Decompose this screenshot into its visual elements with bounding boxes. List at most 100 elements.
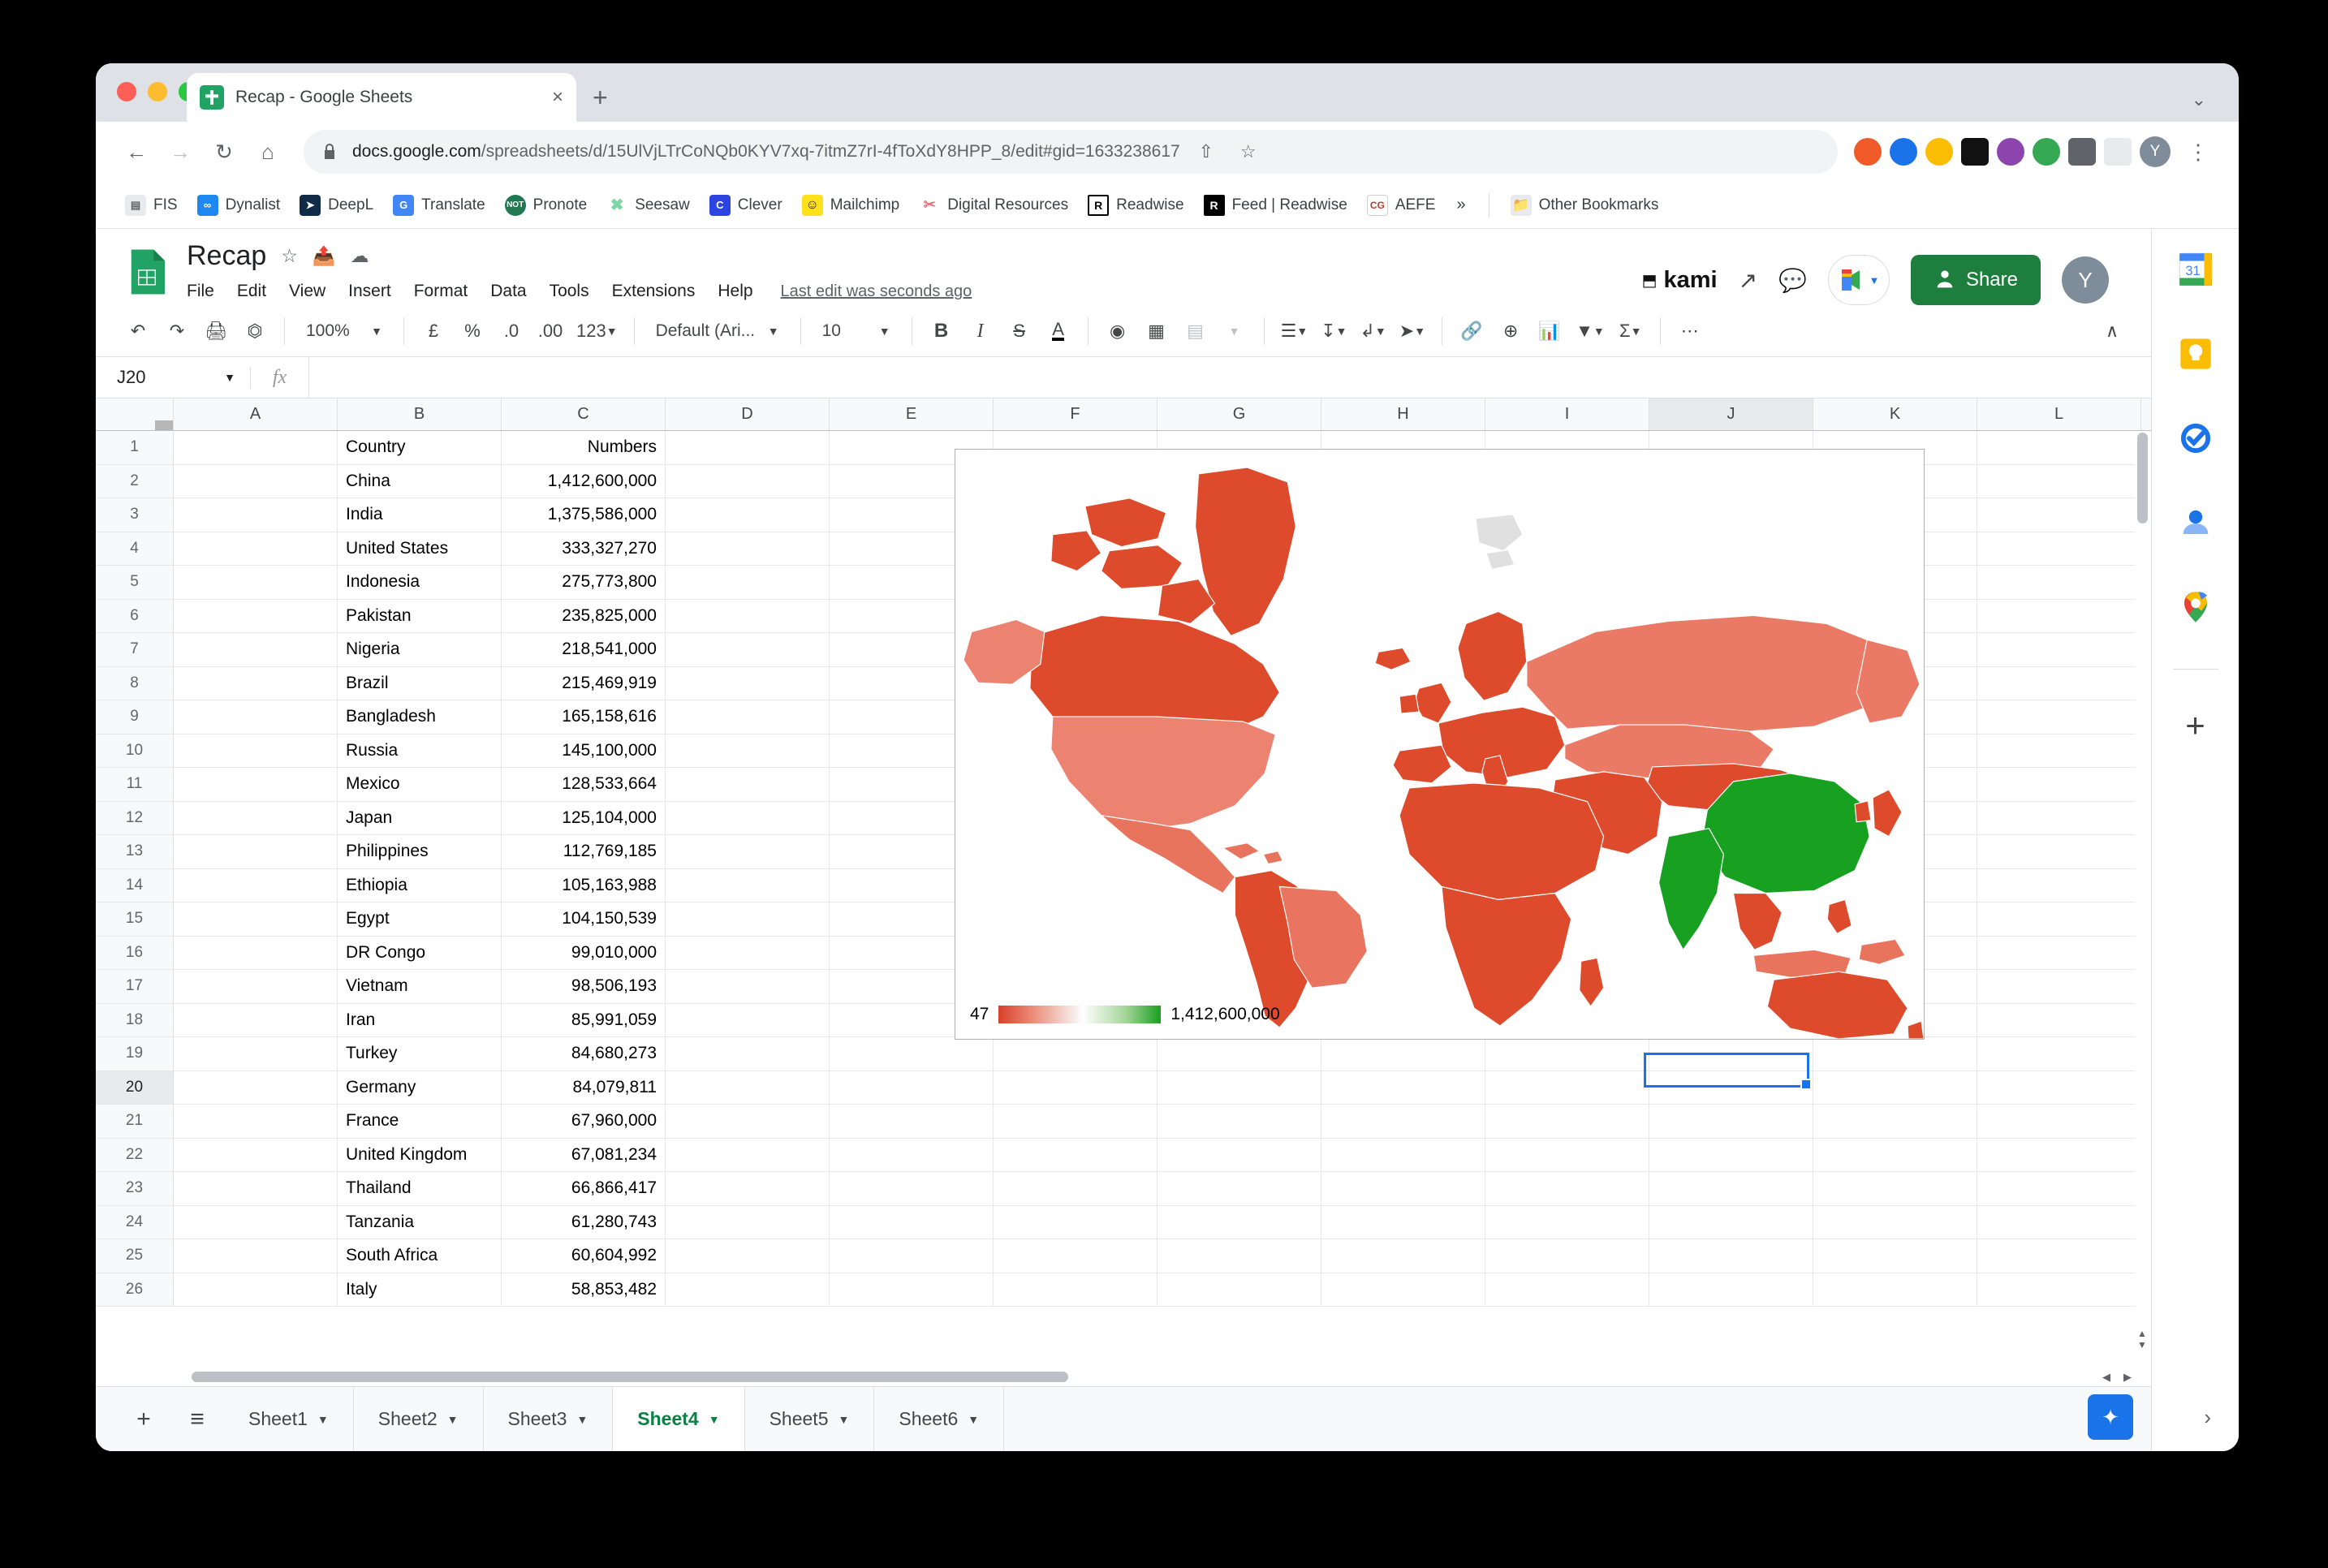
browser-menu-button[interactable]: ⋮ [2179,132,2218,171]
cell-A8[interactable] [174,666,338,700]
row-header-10[interactable]: 10 [96,734,174,767]
home-button[interactable]: ⌂ [248,132,287,171]
cell-B21[interactable]: France [338,1105,502,1138]
cell-D24[interactable] [666,1205,830,1238]
cell-C5[interactable]: 275,773,800 [502,566,666,599]
bookmark-item[interactable]: C Clever [701,190,791,221]
expand-side-panel-button[interactable]: › [2204,1405,2211,1430]
cell-F25[interactable] [994,1239,1158,1273]
borders-button[interactable]: ▦ [1139,313,1175,349]
cell-B12[interactable]: Japan [338,801,502,834]
cell-A7[interactable] [174,633,338,666]
functions-button[interactable]: Σ ▼ [1613,313,1649,349]
cell-L17[interactable] [1977,970,2141,1003]
cell-C8[interactable]: 215,469,919 [502,666,666,700]
cell-A2[interactable] [174,464,338,498]
row-header-2[interactable]: 2 [96,464,174,498]
table-row[interactable]: 25 South Africa 60,604,992 [96,1239,2151,1273]
move-to-folder-icon[interactable]: 📤 [313,247,336,265]
cell-A18[interactable] [174,1003,338,1036]
add-addon-icon[interactable]: + [2185,709,2205,743]
cell-I21[interactable] [1485,1105,1649,1138]
vertical-scroll-thumb[interactable] [2137,433,2148,523]
menu-data[interactable]: Data [479,277,537,306]
sheet-tab-sheet6[interactable]: Sheet6 ▼ [874,1386,1005,1451]
cell-A12[interactable] [174,801,338,834]
bookmark-item[interactable]: R Feed | Readwise [1196,190,1356,221]
row-header-13[interactable]: 13 [96,835,174,868]
row-header-3[interactable]: 3 [96,498,174,532]
cell-B9[interactable]: Bangladesh [338,700,502,734]
select-all-corner[interactable] [96,398,174,430]
redo-button[interactable]: ↷ [159,313,195,349]
menu-help[interactable]: Help [706,277,764,306]
bookmark-item[interactable]: ☺ Mailchimp [794,190,908,221]
cell-L10[interactable] [1977,734,2141,767]
cell-K20[interactable] [1813,1070,1977,1104]
cell-D14[interactable] [666,868,830,902]
cell-C7[interactable]: 218,541,000 [502,633,666,666]
bookmark-item[interactable]: ✂ Digital Resources [911,190,1076,221]
cell-E20[interactable] [830,1070,994,1104]
menu-view[interactable]: View [278,277,337,306]
cell-A9[interactable] [174,700,338,734]
extension-icon-readwise[interactable] [1961,138,1989,166]
zoom-select[interactable]: 100% ▼ [296,313,392,349]
cell-D16[interactable] [666,936,830,969]
cell-H26[interactable] [1321,1273,1485,1306]
cell-C10[interactable]: 145,100,000 [502,734,666,767]
cell-B17[interactable]: Vietnam [338,970,502,1003]
horizontal-align-button[interactable]: ☰ ▼ [1276,313,1313,349]
cell-H23[interactable] [1321,1172,1485,1205]
last-edit-status[interactable]: Last edit was seconds ago [781,282,972,301]
cell-B26[interactable]: Italy [338,1273,502,1306]
maps-icon[interactable] [2173,584,2218,630]
cell-C12[interactable]: 125,104,000 [502,801,666,834]
trending-up-icon[interactable]: ↗ [1739,267,1757,294]
cell-C6[interactable]: 235,825,000 [502,599,666,632]
cell-A23[interactable] [174,1172,338,1205]
cell-D8[interactable] [666,666,830,700]
cell-L22[interactable] [1977,1138,2141,1171]
cell-G22[interactable] [1158,1138,1321,1171]
row-header-24[interactable]: 24 [96,1205,174,1238]
cell-B6[interactable]: Pakistan [338,599,502,632]
cell-L23[interactable] [1977,1172,2141,1205]
cell-H21[interactable] [1321,1105,1485,1138]
font-family-select[interactable]: Default (Ari... ▼ [646,313,789,349]
column-header-I[interactable]: I [1485,398,1649,430]
currency-format-button[interactable]: £ [416,313,451,349]
cell-L5[interactable] [1977,566,2141,599]
cell-I20[interactable] [1485,1070,1649,1104]
cell-J26[interactable] [1649,1273,1813,1306]
menu-format[interactable]: Format [403,277,480,306]
chevron-down-icon[interactable]: ▼ [576,1413,588,1426]
insert-link-button[interactable]: 🔗 [1454,313,1489,349]
share-icon[interactable]: ⇧ [1190,141,1222,162]
row-header-26[interactable]: 26 [96,1273,174,1306]
cloud-saved-icon[interactable]: ☁ [351,247,369,265]
kami-button[interactable]: ⬒ kami [1642,267,1718,294]
row-header-11[interactable]: 11 [96,768,174,801]
cell-C3[interactable]: 1,375,586,000 [502,498,666,532]
bold-button[interactable]: B [924,313,959,349]
cell-A24[interactable] [174,1205,338,1238]
cell-L13[interactable] [1977,835,2141,868]
text-wrap-button[interactable]: ↲ ▼ [1355,313,1390,349]
cell-F26[interactable] [994,1273,1158,1306]
bookmark-item[interactable]: ∞ Dynalist [189,190,289,221]
cell-D1[interactable] [666,431,830,464]
cell-C13[interactable]: 112,769,185 [502,835,666,868]
column-header-J[interactable]: J [1649,398,1813,430]
filter-button[interactable]: ▼ ▼ [1571,313,1610,349]
increase-decimal-button[interactable]: .00 [532,313,568,349]
cell-L12[interactable] [1977,801,2141,834]
cell-H19[interactable] [1321,1037,1485,1070]
menu-insert[interactable]: Insert [337,277,403,306]
cell-B10[interactable]: Russia [338,734,502,767]
name-box[interactable]: J20 ▼ [96,367,250,388]
keep-icon[interactable] [2173,331,2218,377]
cell-C11[interactable]: 128,533,664 [502,768,666,801]
cell-L9[interactable] [1977,700,2141,734]
cell-I26[interactable] [1485,1273,1649,1306]
